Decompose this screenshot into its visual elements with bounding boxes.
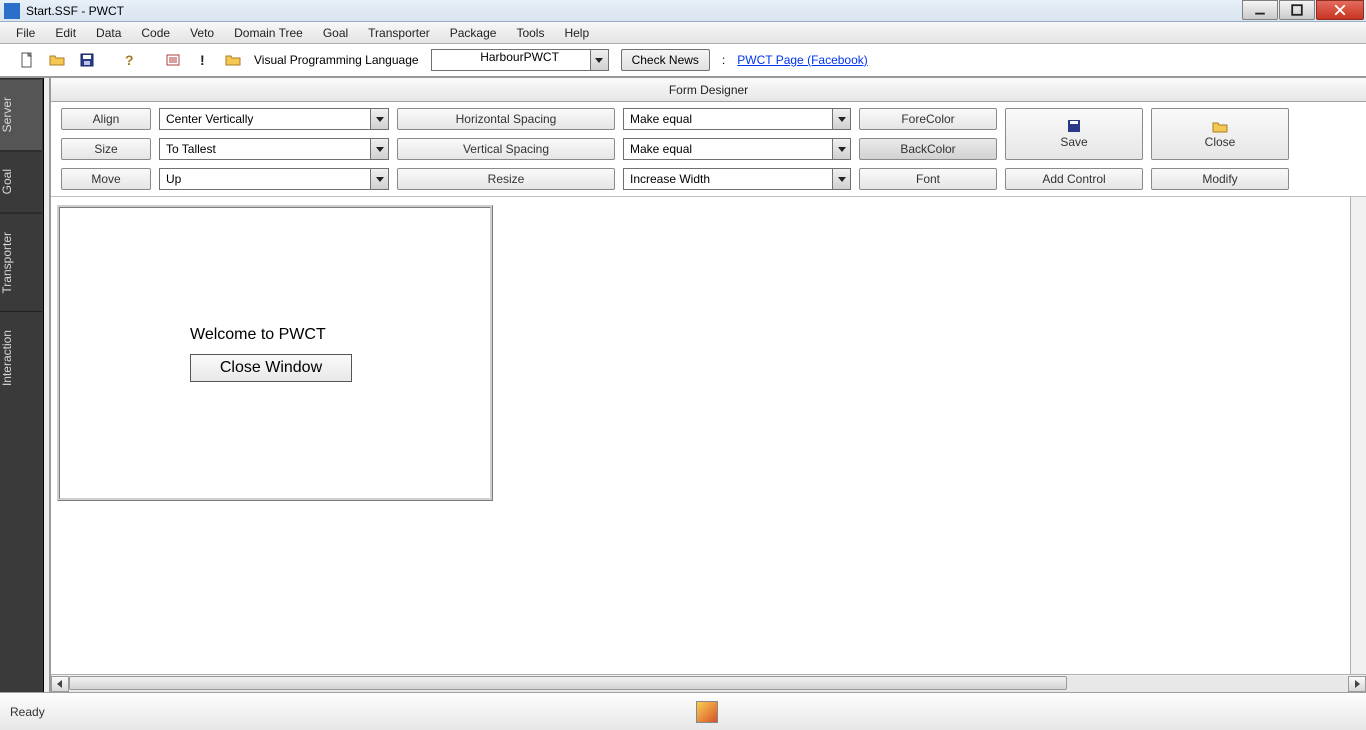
side-tab-server[interactable]: Server — [0, 78, 42, 150]
workspace: Server Goal Transporter Interaction Form… — [0, 78, 1366, 692]
menu-data[interactable]: Data — [86, 24, 131, 42]
menu-tools[interactable]: Tools — [506, 24, 554, 42]
lang-label: Visual Programming Language — [254, 53, 419, 67]
menu-domain-tree[interactable]: Domain Tree — [224, 24, 313, 42]
side-tab-interaction[interactable]: Interaction — [0, 311, 42, 404]
exclaim-icon[interactable]: ! — [194, 51, 212, 69]
menu-transporter[interactable]: Transporter — [358, 24, 440, 42]
chevron-down-icon — [832, 139, 850, 159]
close-button[interactable] — [1316, 0, 1364, 20]
scroll-right-icon[interactable] — [1348, 676, 1366, 692]
close-form-button[interactable]: Close — [1151, 108, 1289, 160]
menu-file[interactable]: File — [6, 24, 45, 42]
menu-help[interactable]: Help — [554, 24, 599, 42]
chevron-down-icon — [590, 50, 608, 70]
menubar: File Edit Data Code Veto Domain Tree Goa… — [0, 22, 1366, 44]
backcolor-button[interactable]: BackColor — [859, 138, 997, 160]
chevron-down-icon — [370, 169, 388, 189]
status-text: Ready — [10, 705, 45, 719]
window-controls — [1241, 0, 1364, 20]
design-toolbar: Align Center Vertically Horizontal Spaci… — [51, 102, 1366, 197]
side-tabs: Server Goal Transporter Interaction — [0, 78, 44, 692]
align-button[interactable]: Align — [61, 108, 151, 130]
maximize-button[interactable] — [1279, 0, 1315, 20]
resize-button[interactable]: Resize — [397, 168, 615, 190]
folder-icon[interactable] — [224, 51, 242, 69]
open-folder-icon[interactable] — [48, 51, 66, 69]
scroll-thumb[interactable] — [69, 676, 1067, 690]
check-news-button[interactable]: Check News — [621, 49, 710, 71]
preview-close-button[interactable]: Close Window — [190, 354, 352, 382]
hspacing-button[interactable]: Horizontal Spacing — [397, 108, 615, 130]
menu-veto[interactable]: Veto — [180, 24, 224, 42]
resize-select[interactable]: Increase Width — [623, 168, 851, 190]
main-panel: Form Designer Align Center Vertically Ho… — [50, 78, 1366, 692]
panel-title: Form Designer — [51, 78, 1366, 102]
statusbar: Ready — [0, 692, 1366, 730]
language-value: HarbourPWCT — [480, 50, 559, 64]
canvas-area[interactable]: Welcome to PWCT Close Window — [51, 197, 1366, 674]
move-select[interactable]: Up — [159, 168, 389, 190]
titlebar: Start.SSF - PWCT — [0, 0, 1366, 22]
vspacing-button[interactable]: Vertical Spacing — [397, 138, 615, 160]
font-button[interactable]: Font — [859, 168, 997, 190]
forecolor-button[interactable]: ForeColor — [859, 108, 997, 130]
hspacing-select[interactable]: Make equal — [623, 108, 851, 130]
menu-code[interactable]: Code — [131, 24, 180, 42]
align-select[interactable]: Center Vertically — [159, 108, 389, 130]
chevron-down-icon — [370, 139, 388, 159]
preview-label: Welcome to PWCT — [190, 326, 326, 344]
menu-goal[interactable]: Goal — [313, 24, 358, 42]
scroll-left-icon[interactable] — [51, 676, 69, 692]
list-icon[interactable] — [164, 51, 182, 69]
save-icon[interactable] — [78, 51, 96, 69]
vertical-scrollbar[interactable] — [1350, 197, 1366, 674]
minimize-button[interactable] — [1242, 0, 1278, 20]
language-select[interactable]: HarbourPWCT — [431, 49, 609, 71]
menu-edit[interactable]: Edit — [45, 24, 86, 42]
svg-text:?: ? — [125, 52, 134, 68]
add-control-button[interactable]: Add Control — [1005, 168, 1143, 190]
app-icon — [4, 3, 20, 19]
pwct-facebook-link[interactable]: PWCT Page (Facebook) — [737, 53, 868, 67]
chevron-down-icon — [832, 109, 850, 129]
new-file-icon[interactable] — [18, 51, 36, 69]
form-preview[interactable]: Welcome to PWCT Close Window — [57, 205, 493, 501]
side-tab-transporter[interactable]: Transporter — [0, 213, 42, 312]
move-button[interactable]: Move — [61, 168, 151, 190]
modify-button[interactable]: Modify — [1151, 168, 1289, 190]
chevron-down-icon — [832, 169, 850, 189]
save-button[interactable]: Save — [1005, 108, 1143, 160]
size-button[interactable]: Size — [61, 138, 151, 160]
menu-package[interactable]: Package — [440, 24, 507, 42]
chevron-down-icon — [370, 109, 388, 129]
toolbar: ? ! Visual Programming Language HarbourP… — [0, 44, 1366, 78]
scroll-track[interactable] — [69, 676, 1348, 692]
window-title: Start.SSF - PWCT — [26, 4, 124, 18]
svg-text:!: ! — [200, 52, 205, 68]
help-icon[interactable]: ? — [121, 51, 139, 69]
horizontal-scrollbar[interactable] — [51, 674, 1366, 692]
link-separator: : — [722, 53, 725, 67]
vspacing-select[interactable]: Make equal — [623, 138, 851, 160]
status-icon[interactable] — [696, 701, 718, 723]
side-tab-goal[interactable]: Goal — [0, 150, 42, 212]
size-select[interactable]: To Tallest — [159, 138, 389, 160]
